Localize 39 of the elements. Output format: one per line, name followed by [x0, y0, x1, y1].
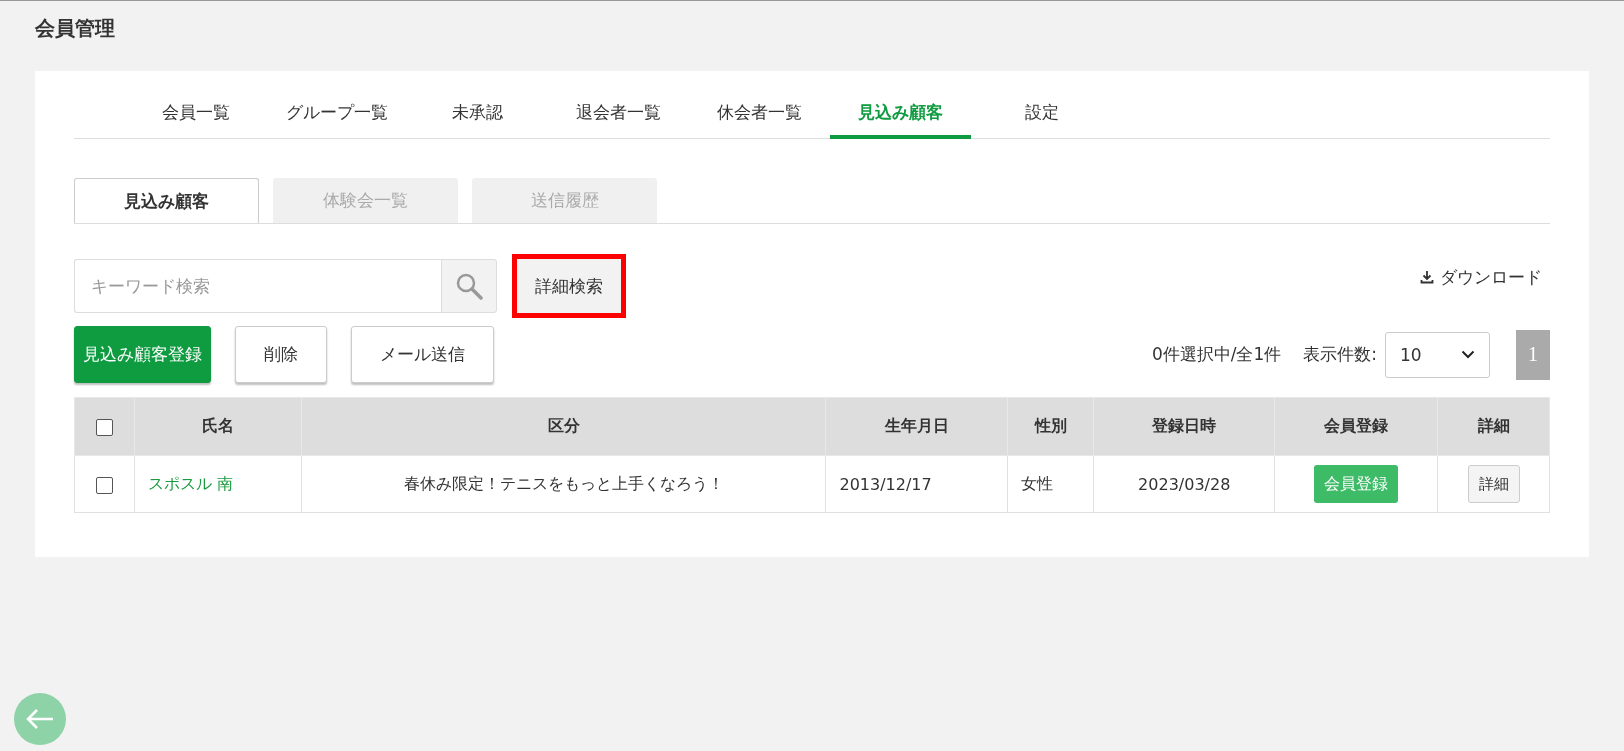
- select-all-checkbox[interactable]: [96, 419, 114, 436]
- table-cell: 2013/12/17: [825, 455, 1008, 513]
- sub-tab[interactable]: 見込み顧客: [74, 178, 259, 223]
- column-header: 氏名: [134, 397, 302, 456]
- page-size-label: 表示件数:: [1303, 343, 1377, 366]
- nav-tab[interactable]: 設定: [971, 89, 1112, 139]
- nav-tab[interactable]: 見込み顧客: [830, 89, 971, 139]
- left-arrow-icon: [26, 708, 54, 730]
- action-button[interactable]: 見込み顧客登録: [74, 326, 211, 383]
- table-cell: 女性: [1007, 455, 1094, 513]
- search-field[interactable]: キーワード検索: [74, 259, 441, 313]
- action-button[interactable]: 削除: [235, 326, 327, 383]
- download-icon: [1420, 270, 1434, 284]
- column-header: 登録日時: [1093, 397, 1275, 456]
- chevron-down-icon: [1461, 350, 1475, 359]
- selection-count: 0件選択中/全1件: [1151, 343, 1282, 366]
- row-checkbox[interactable]: [96, 476, 114, 494]
- advanced-search-button[interactable]: 詳細検索: [512, 254, 626, 318]
- column-header: 詳細: [1437, 397, 1550, 456]
- page-size-select[interactable]: 10: [1385, 331, 1490, 378]
- column-header: 生年月日: [825, 397, 1008, 456]
- nav-tab[interactable]: 未承認: [407, 89, 548, 139]
- nav-tab[interactable]: 退会者一覧: [548, 89, 689, 139]
- download-link[interactable]: ダウンロード: [1420, 265, 1550, 289]
- nav-tab[interactable]: 休会者一覧: [689, 89, 830, 139]
- nav-tab[interactable]: 会員一覧: [125, 89, 266, 139]
- table-cell: 春休み限定！テニスをもっと上手くなろう！: [301, 455, 826, 513]
- search-button[interactable]: [441, 259, 497, 313]
- search-icon: [455, 272, 483, 300]
- column-header: 性別: [1007, 397, 1094, 456]
- detail-button[interactable]: 詳細: [1467, 465, 1520, 503]
- column-header: 区分: [301, 397, 826, 456]
- download-label: ダウンロード: [1440, 265, 1542, 289]
- member-name-link[interactable]: スポスル 南: [148, 473, 234, 493]
- action-button[interactable]: メール送信: [351, 326, 494, 383]
- nav-tab[interactable]: グループ一覧: [266, 89, 407, 139]
- column-header: 会員登録: [1274, 397, 1438, 456]
- table-cell: 2023/03/28: [1093, 455, 1275, 513]
- page-title: 会員管理: [35, 15, 116, 42]
